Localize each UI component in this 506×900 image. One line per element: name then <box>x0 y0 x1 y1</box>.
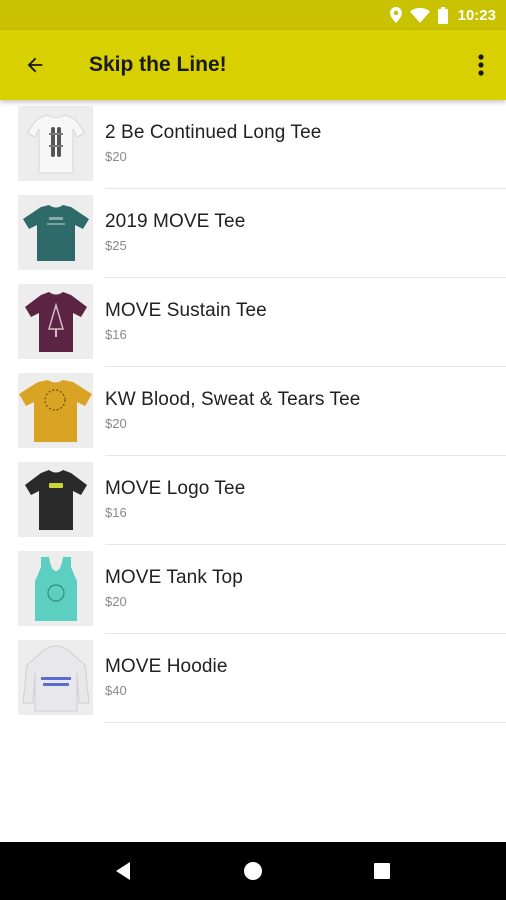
nav-recents-button[interactable] <box>354 842 410 900</box>
location-icon <box>389 7 402 23</box>
product-price: $40 <box>105 683 127 698</box>
product-item[interactable]: MOVE Logo Tee $16 <box>0 456 506 545</box>
product-price: $16 <box>105 327 127 342</box>
back-button[interactable] <box>0 30 70 100</box>
product-item[interactable]: 2 Be Continued Long Tee $20 <box>0 100 506 189</box>
product-thumbnail <box>18 462 93 537</box>
product-list: 2 Be Continued Long Tee $20 2019 MOVE Te… <box>0 100 506 723</box>
recents-square-icon <box>373 863 390 879</box>
nav-back-button[interactable] <box>96 842 152 900</box>
system-nav-bar <box>0 842 506 900</box>
status-time: 10:23 <box>457 6 496 24</box>
product-price: $25 <box>105 238 127 253</box>
product-item[interactable]: MOVE Tank Top $20 <box>0 545 506 634</box>
product-thumbnail <box>18 373 93 448</box>
product-item[interactable]: KW Blood, Sweat & Tears Tee $20 <box>0 367 506 456</box>
overflow-menu-button[interactable] <box>456 30 506 100</box>
product-thumbnail <box>18 284 93 359</box>
product-name: MOVE Sustain Tee <box>105 300 267 321</box>
arrow-back-icon <box>27 57 43 73</box>
more-vert-icon <box>478 54 484 76</box>
product-item[interactable]: 2019 MOVE Tee $25 <box>0 189 506 278</box>
product-thumbnail <box>18 106 93 181</box>
product-price: $20 <box>105 149 127 164</box>
product-price: $20 <box>105 416 127 431</box>
app-bar: Skip the Line! <box>0 30 506 100</box>
product-price: $20 <box>105 594 127 609</box>
wifi-icon <box>409 7 430 23</box>
product-name: MOVE Logo Tee <box>105 478 246 499</box>
product-name: MOVE Tank Top <box>105 567 243 588</box>
product-name: KW Blood, Sweat & Tears Tee <box>105 389 361 410</box>
product-thumbnail <box>18 195 93 270</box>
product-name: MOVE Hoodie <box>105 656 228 677</box>
battery-icon <box>437 6 448 24</box>
product-item[interactable]: MOVE Hoodie $40 <box>0 634 506 723</box>
product-price: $16 <box>105 505 127 520</box>
page-title: Skip the Line! <box>89 53 227 76</box>
product-thumbnail <box>18 640 93 715</box>
back-triangle-icon <box>116 862 131 880</box>
product-name: 2019 MOVE Tee <box>105 211 246 232</box>
home-circle-icon <box>243 862 262 880</box>
product-item[interactable]: MOVE Sustain Tee $16 <box>0 278 506 367</box>
nav-home-button[interactable] <box>225 842 281 900</box>
status-bar: 10:23 <box>0 0 506 30</box>
product-thumbnail <box>18 551 93 626</box>
product-name: 2 Be Continued Long Tee <box>105 122 322 143</box>
divider <box>105 722 506 723</box>
